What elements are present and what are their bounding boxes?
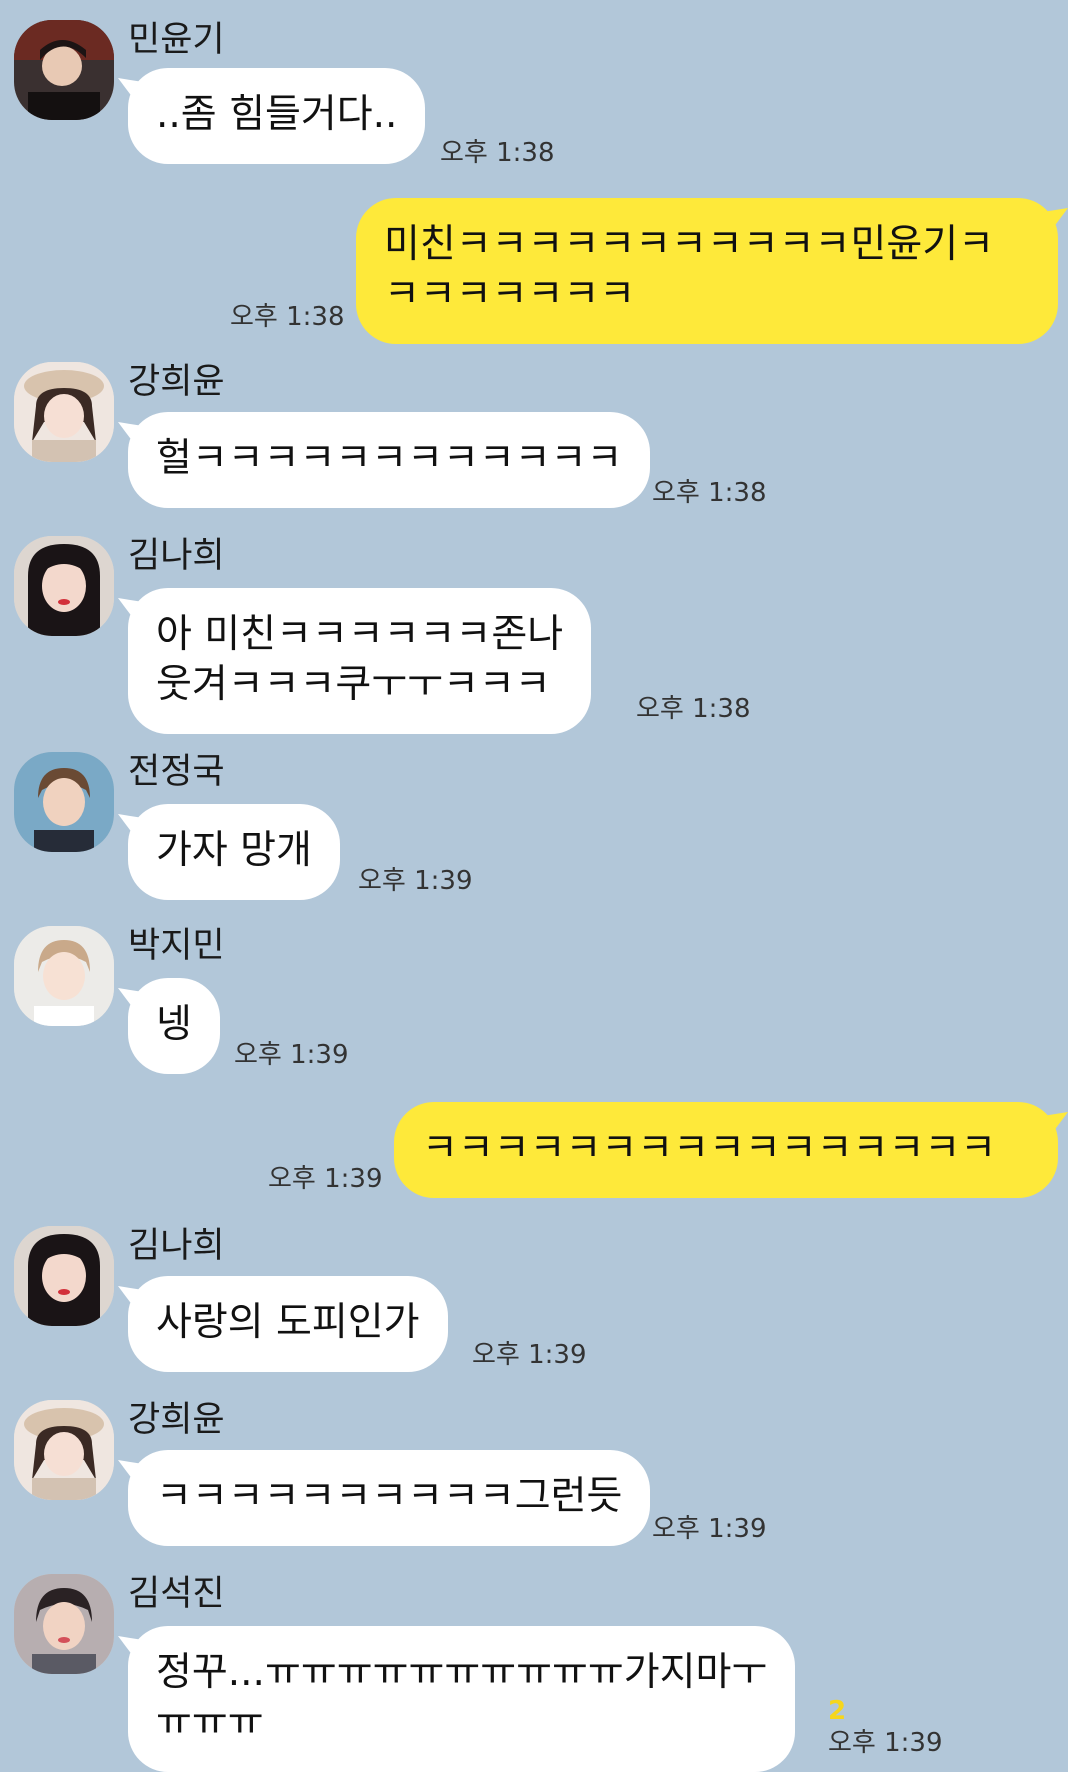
- message-time: 오후 1:38: [440, 138, 555, 168]
- sender-name: 강희윤: [128, 1400, 225, 1440]
- message-time: 오후 1:39: [472, 1340, 587, 1370]
- unread-count: 2: [828, 1696, 847, 1726]
- brown-hair-boy-avatar-icon[interactable]: [14, 752, 114, 852]
- message-time: 오후 1:38: [636, 694, 751, 724]
- message-text-line: 가자 망개: [156, 828, 312, 873]
- message-text-line: ㅠㅠㅠ: [156, 1700, 264, 1745]
- beret-girl-avatar-icon[interactable]: [14, 362, 114, 462]
- message-time: 오후 1:39: [828, 1728, 943, 1758]
- message-bubble[interactable]: 헐ㅋㅋㅋㅋㅋㅋㅋㅋㅋㅋㅋㅋ: [128, 412, 651, 508]
- beret-girl-avatar-icon[interactable]: [14, 1400, 114, 1500]
- sender-name: 전정국: [128, 752, 225, 792]
- message-text-line: 웃겨ㅋㅋㅋ쿠ㅜㅜㅋㅋㅋ: [156, 662, 551, 707]
- message-text-line: 정꾸...ㅠㅠㅠㅠㅠㅠㅠㅠㅠㅠ가지마ㅜ: [156, 1650, 768, 1695]
- message-bubble[interactable]: 미친ㅋㅋㅋㅋㅋㅋㅋㅋㅋㅋㅋ민윤기ㅋ ㅋㅋㅋㅋㅋㅋㅋ: [356, 198, 1058, 344]
- sender-name: 김나희: [128, 1226, 225, 1266]
- black-hair-girl-avatar-icon[interactable]: [14, 536, 114, 636]
- message-text-line: ㅋㅋㅋㅋㅋㅋㅋ: [384, 272, 636, 317]
- sender-name: 박지민: [128, 926, 225, 966]
- sender-name: 김석진: [128, 1574, 225, 1614]
- message-bubble[interactable]: 가자 망개: [128, 804, 340, 900]
- message-bubble[interactable]: 정꾸...ㅠㅠㅠㅠㅠㅠㅠㅠㅠㅠ가지마ㅜ ㅠㅠㅠ: [128, 1626, 796, 1772]
- message-time: 오후 1:38: [652, 478, 767, 508]
- message-bubble[interactable]: 사랑의 도피인가: [128, 1276, 448, 1372]
- sender-name: 민윤기: [128, 20, 225, 60]
- message-text-line: 미친ㅋㅋㅋㅋㅋㅋㅋㅋㅋㅋㅋ민윤기ㅋ: [384, 222, 994, 267]
- message-text-line: ..좀 힘들거다..: [156, 92, 398, 137]
- dark-hair-avatar-icon[interactable]: [14, 20, 114, 120]
- dark-hair-boy-avatar-icon[interactable]: [14, 1574, 114, 1674]
- message-bubble[interactable]: 아 미친ㅋㅋㅋㅋㅋㅋ존나 웃겨ㅋㅋㅋ쿠ㅜㅜㅋㅋㅋ: [128, 588, 592, 734]
- message-text-line: 아 미친ㅋㅋㅋㅋㅋㅋ존나: [156, 612, 564, 657]
- message-bubble[interactable]: ..좀 힘들거다..: [128, 68, 426, 164]
- light-hair-boy-avatar-icon[interactable]: [14, 926, 114, 1026]
- sender-name: 김나희: [128, 536, 225, 576]
- message-time: 오후 1:39: [358, 866, 473, 896]
- message-text-line: 헐ㅋㅋㅋㅋㅋㅋㅋㅋㅋㅋㅋㅋ: [156, 436, 623, 481]
- message-time: 오후 1:39: [652, 1514, 767, 1544]
- message-bubble[interactable]: 넹: [128, 978, 220, 1074]
- black-hair-girl-avatar-icon[interactable]: [14, 1226, 114, 1326]
- message-text-line: ㅋㅋㅋㅋㅋㅋㅋㅋㅋㅋ그런듯: [156, 1474, 623, 1519]
- message-bubble[interactable]: ㅋㅋㅋㅋㅋㅋㅋㅋㅋㅋㅋㅋㅋㅋㅋㅋ: [394, 1102, 1058, 1198]
- message-time: 오후 1:39: [234, 1040, 349, 1070]
- message-text-line: 사랑의 도피인가: [156, 1300, 420, 1345]
- message-text-line: ㅋㅋㅋㅋㅋㅋㅋㅋㅋㅋㅋㅋㅋㅋㅋㅋ: [422, 1126, 997, 1171]
- message-bubble[interactable]: ㅋㅋㅋㅋㅋㅋㅋㅋㅋㅋ그런듯: [128, 1450, 651, 1546]
- message-time: 오후 1:38: [230, 302, 345, 332]
- message-time: 오후 1:39: [268, 1164, 383, 1194]
- chat-room[interactable]: 민윤기 ..좀 힘들거다.. 오후 1:38 미친ㅋㅋㅋㅋㅋㅋㅋㅋㅋㅋㅋ민윤기ㅋ…: [0, 0, 1068, 1772]
- sender-name: 강희윤: [128, 362, 225, 402]
- message-text-line: 넹: [156, 1002, 192, 1047]
